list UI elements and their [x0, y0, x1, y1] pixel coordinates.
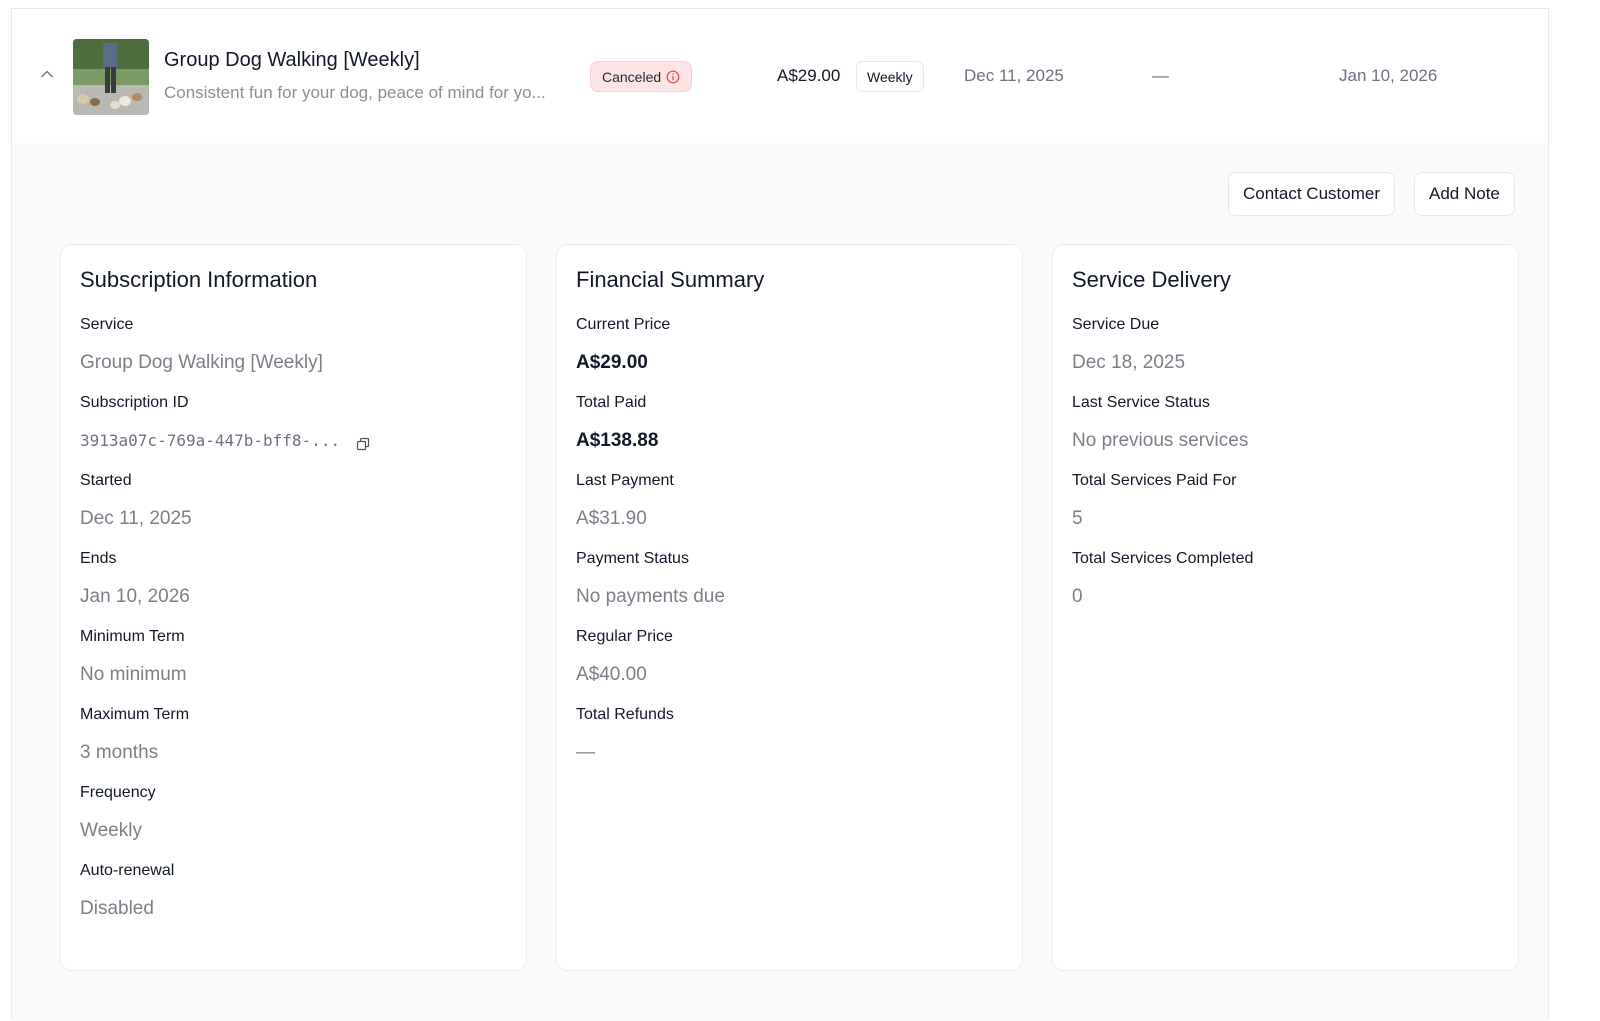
copy-icon[interactable]	[356, 434, 370, 451]
field-label: Payment Status	[576, 550, 689, 567]
financial-summary-card: Financial Summary Current Price A$29.00 …	[556, 244, 1023, 971]
field-started: Started Dec 11, 2025	[80, 471, 507, 531]
subscription-id-value: 3913a07c-769a-447b-bff8-...	[80, 431, 341, 450]
field-subscription-id: Subscription ID 3913a07c-769a-447b-bff8-…	[80, 393, 507, 453]
field-total-paid: Total Paid A$138.88	[576, 393, 1003, 453]
field-service-due: Service Due Dec 18, 2025	[1072, 315, 1499, 375]
field-label: Total Paid	[576, 394, 647, 411]
field-value: A$40.00	[576, 664, 647, 685]
start-date: Dec 11, 2025	[964, 66, 1064, 85]
field-label: Total Services Paid For	[1072, 472, 1237, 489]
field-value: 0	[1072, 586, 1083, 607]
subscription-information-card: Subscription Information Service Group D…	[60, 244, 527, 971]
field-value: Disabled	[80, 898, 154, 919]
field-service: Service Group Dog Walking [Weekly]	[80, 315, 507, 375]
field-label: Frequency	[80, 784, 156, 801]
field-value: Dec 18, 2025	[1072, 352, 1186, 373]
field-label: Total Refunds	[576, 706, 674, 723]
field-value: Dec 11, 2025	[80, 508, 192, 529]
field-ends: Ends Jan 10, 2026	[80, 549, 507, 609]
service-title: Group Dog Walking [Weekly]	[164, 49, 420, 71]
field-minimum-term: Minimum Term No minimum	[80, 627, 507, 687]
add-note-button[interactable]: Add Note	[1414, 172, 1515, 216]
field-maximum-term: Maximum Term 3 months	[80, 705, 507, 765]
service-delivery-card: Service Delivery Service Due Dec 18, 202…	[1052, 244, 1519, 971]
subscription-id-row: 3913a07c-769a-447b-bff8-...	[80, 429, 507, 453]
field-value: A$138.88	[576, 430, 659, 451]
chevron-up-icon[interactable]	[40, 67, 54, 81]
field-value: A$31.90	[576, 508, 647, 529]
field-frequency: Frequency Weekly	[80, 783, 507, 843]
field-label: Minimum Term	[80, 628, 185, 645]
field-total-refunds: Total Refunds —	[576, 705, 1003, 765]
field-label: Ends	[80, 550, 117, 567]
field-label: Current Price	[576, 316, 671, 333]
field-value: No minimum	[80, 664, 187, 685]
service-description: Consistent fun for your dog, peace of mi…	[164, 83, 546, 102]
status-label: Canceled	[602, 68, 662, 85]
service-thumbnail	[73, 39, 149, 115]
field-value: —	[576, 742, 595, 763]
field-label: Maximum Term	[80, 706, 190, 723]
subscription-row[interactable]: Group Dog Walking [Weekly] Consistent fu…	[12, 9, 1548, 143]
field-value: 5	[1072, 508, 1083, 529]
field-last-payment: Last Payment A$31.90	[576, 471, 1003, 531]
subscription-list: Group Dog Walking [Weekly] Consistent fu…	[11, 8, 1549, 1021]
field-label: Total Services Completed	[1072, 550, 1254, 567]
card-title: Subscription Information	[80, 267, 318, 292]
field-current-price: Current Price A$29.00	[576, 315, 1003, 375]
field-auto-renewal: Auto-renewal Disabled	[80, 861, 507, 921]
frequency-badge: Weekly	[856, 61, 924, 92]
field-label: Regular Price	[576, 628, 673, 645]
field-label: Last Payment	[576, 472, 674, 489]
field-total-services-completed: Total Services Completed 0	[1072, 549, 1499, 609]
field-last-service-status: Last Service Status No previous services	[1072, 393, 1499, 453]
field-value: No previous services	[1072, 430, 1249, 451]
next-billing-empty: —	[1152, 66, 1169, 85]
field-value: No payments due	[576, 586, 725, 607]
card-title: Service Delivery	[1072, 267, 1231, 292]
field-regular-price: Regular Price A$40.00	[576, 627, 1003, 687]
field-value: Weekly	[80, 820, 142, 841]
field-value: Group Dog Walking [Weekly]	[80, 352, 323, 373]
card-title: Financial Summary	[576, 267, 765, 292]
field-value: A$29.00	[576, 352, 648, 373]
field-payment-status: Payment Status No payments due	[576, 549, 1003, 609]
contact-customer-button[interactable]: Contact Customer	[1228, 172, 1395, 216]
field-label: Subscription ID	[80, 394, 189, 411]
field-total-services-paid-for: Total Services Paid For 5	[1072, 471, 1499, 531]
subscription-details-panel: Contact Customer Add Note Subscription I…	[12, 143, 1548, 1021]
info-circle-icon[interactable]	[666, 70, 680, 84]
field-value: Jan 10, 2026	[80, 586, 190, 607]
field-label: Last Service Status	[1072, 394, 1210, 411]
field-label: Auto-renewal	[80, 862, 175, 879]
field-value: 3 months	[80, 742, 159, 763]
row-price: A$29.00	[777, 66, 841, 85]
end-date: Jan 10, 2026	[1339, 66, 1438, 85]
field-label: Service Due	[1072, 316, 1160, 333]
field-label: Started	[80, 472, 132, 489]
status-badge[interactable]: Canceled	[590, 61, 693, 92]
field-label: Service	[80, 316, 134, 333]
